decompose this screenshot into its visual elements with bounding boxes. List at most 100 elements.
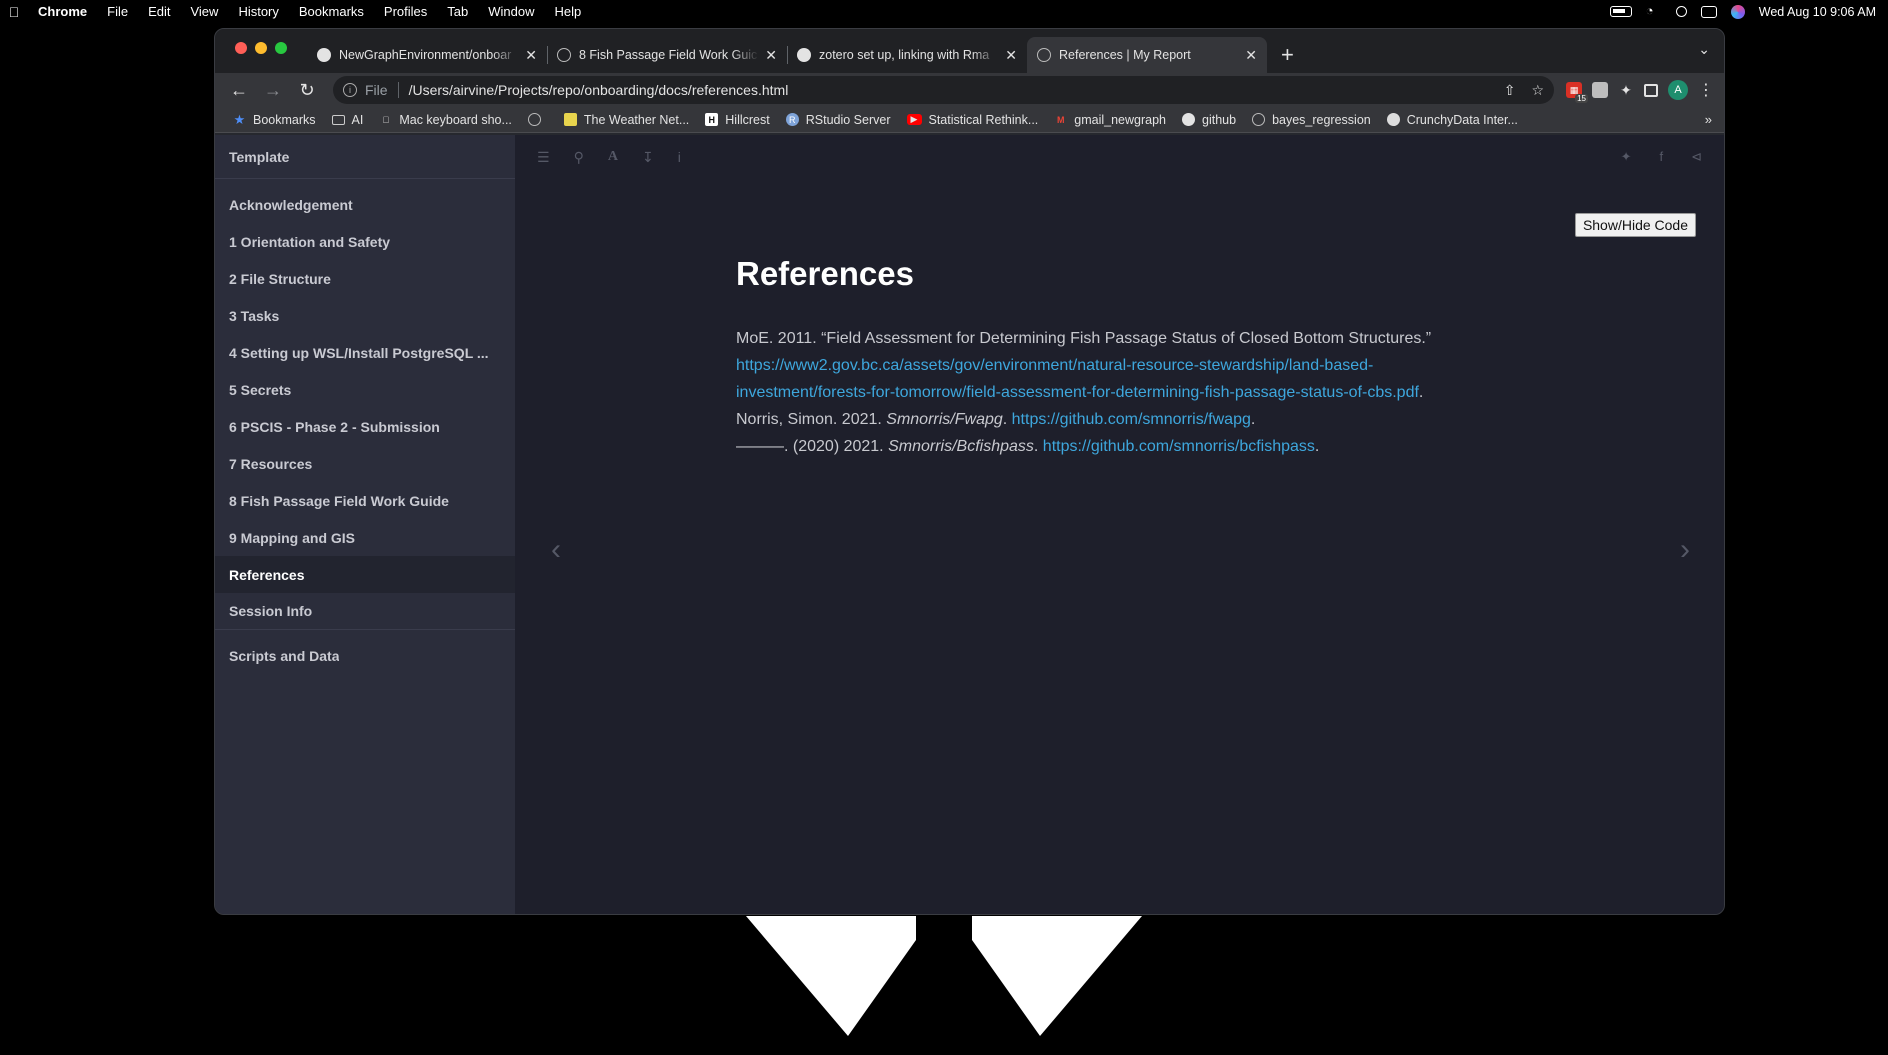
sidebar-item-template[interactable]: Template [215, 135, 515, 179]
sidebar-item-label: Scripts and Data [229, 647, 340, 664]
forward-button[interactable]: → [259, 76, 287, 104]
sidebar-item-session-info[interactable]: Session Info [215, 593, 515, 630]
bookmark-star-icon[interactable]: ☆ [1531, 82, 1544, 99]
profile-avatar[interactable]: A [1668, 80, 1688, 100]
spotlight-search-icon[interactable] [1675, 6, 1687, 17]
bookmark-statistical-rethinking[interactable]: ▶ Statistical Rethink... [901, 113, 1045, 127]
reference-link[interactable]: https://www2.gov.bc.ca/assets/gov/enviro… [736, 357, 1419, 401]
font-settings-icon[interactable]: A [608, 149, 618, 166]
zoom-window-button[interactable] [275, 42, 287, 54]
close-window-button[interactable] [235, 42, 247, 54]
tab-newgraph-onboarding[interactable]: NewGraphEnvironment/onboar ✕ [307, 37, 547, 73]
sidebar-item-wsl-postgresql[interactable]: 4 Setting up WSL/Install PostgreSQL ... [215, 334, 515, 371]
menu-app-chrome[interactable]: Chrome [28, 4, 97, 19]
reload-button[interactable]: ↻ [293, 76, 321, 104]
reference-link-part: investment/forests-for-tomorrow/field-as… [736, 384, 1419, 401]
menu-edit[interactable]: Edit [138, 4, 180, 19]
wifi-icon[interactable] [1646, 3, 1662, 18]
twitter-icon[interactable]: ✦ [1621, 149, 1632, 165]
extensions-puzzle-icon[interactable]: ✦ [1618, 82, 1634, 98]
more-bookmarks-icon[interactable]: » [1705, 112, 1712, 127]
sidebar-item-resources[interactable]: 7 Resources [215, 445, 515, 482]
new-tab-button[interactable]: + [1267, 37, 1308, 73]
back-button[interactable]: ← [225, 76, 253, 104]
facebook-icon[interactable]: f [1659, 149, 1663, 165]
menu-window[interactable]: Window [478, 4, 544, 19]
crunchydata-icon [1386, 113, 1400, 126]
reference-link[interactable]: https://github.com/smnorris/bcfishpass [1043, 438, 1315, 455]
close-icon[interactable]: ✕ [765, 47, 777, 64]
side-panel-icon[interactable] [1644, 83, 1658, 97]
close-icon[interactable]: ✕ [1005, 47, 1017, 64]
bookmark-label: Bookmarks [253, 112, 316, 127]
close-icon[interactable]: ✕ [1245, 47, 1257, 64]
battery-icon[interactable] [1609, 6, 1632, 17]
sidebar-item-fish-passage-guide[interactable]: 8 Fish Passage Field Work Guide [215, 482, 515, 519]
bookmark-folder-ai[interactable]: AI [326, 113, 370, 127]
tab-title: 8 Fish Passage Field Work Guic [579, 48, 758, 62]
tab-references-active[interactable]: References | My Report ✕ [1027, 37, 1267, 73]
download-icon[interactable]: ↧ [642, 149, 654, 166]
bookmark-bookmarks[interactable]: ★ Bookmarks [227, 112, 322, 127]
sidebar-item-file-structure[interactable]: 2 File Structure [215, 260, 515, 297]
url-text[interactable]: /Users/airvine/Projects/repo/onboarding/… [409, 82, 1504, 98]
bookmark-gmail-newgraph[interactable]: Mgmail_newgraph [1048, 113, 1172, 127]
document-extension-icon[interactable] [1592, 82, 1608, 98]
bookmark-bayes-regression[interactable]: bayes_regression [1246, 113, 1377, 127]
sidebar-item-scripts-data[interactable]: Scripts and Data [215, 637, 515, 674]
sidebar-item-tasks[interactable]: 3 Tasks [215, 297, 515, 334]
siri-icon[interactable] [1730, 4, 1745, 19]
previous-page-chevron-icon[interactable]: ‹ [551, 533, 561, 567]
menu-tab[interactable]: Tab [437, 4, 478, 19]
info-icon[interactable]: i [343, 83, 357, 97]
address-bar[interactable]: i File /Users/airvine/Projects/repo/onbo… [333, 76, 1554, 104]
extensions-area: ▦ 15 ✦ A ⋮ [1566, 80, 1714, 103]
folder-icon [331, 114, 345, 125]
sidebar-item-references[interactable]: References [215, 556, 515, 593]
bookmark-rstudio-server[interactable]: R RStudio Server [780, 113, 897, 127]
info-icon[interactable]: i [678, 149, 681, 166]
sidebar-item-label: 6 PSCIS - Phase 2 - Submission [229, 418, 440, 435]
bookmark-label: RStudio Server [805, 112, 891, 127]
sidebar-item-mapping-gis[interactable]: 9 Mapping and GIS [215, 519, 515, 556]
sidebar-item-secrets[interactable]: 5 Secrets [215, 371, 515, 408]
bookmark-crunchydata[interactable]: CrunchyData Inter... [1381, 113, 1524, 127]
share-icon[interactable]: ⇧ [1504, 82, 1516, 99]
reference-entry-bcfishpass: ———. (2020) 2021. Smnorris/Bcfishpass. h… [736, 433, 1536, 460]
menu-bookmarks[interactable]: Bookmarks [289, 4, 374, 19]
menu-file[interactable]: File [97, 4, 138, 19]
minimize-window-button[interactable] [255, 42, 267, 54]
calendar-extension-icon[interactable]: ▦ 15 [1566, 82, 1588, 103]
tab-search-chevron-icon[interactable]: ⌄ [1698, 41, 1710, 58]
more-menu-icon[interactable]: ⋮ [1698, 80, 1714, 100]
show-hide-code-button[interactable]: Show/Hide Code [1574, 213, 1696, 237]
share-icon[interactable]: ⊲ [1691, 149, 1702, 165]
menu-history[interactable]: History [228, 4, 288, 19]
sidebar-item-pscis-phase2[interactable]: 6 PSCIS - Phase 2 - Submission [215, 408, 515, 445]
sidebar-item-orientation-safety[interactable]: 1 Orientation and Safety [215, 223, 515, 260]
bookmark-mac-keyboard[interactable]:  Mac keyboard sho... [373, 113, 518, 127]
weather-icon [563, 113, 577, 126]
bookmark-label: bayes_regression [1272, 112, 1371, 127]
menu-view[interactable]: View [180, 4, 228, 19]
sidebar-item-acknowledgement[interactable]: Acknowledgement [215, 186, 515, 223]
apple-icon[interactable]:  [0, 4, 28, 20]
next-page-chevron-icon[interactable]: › [1680, 533, 1690, 567]
menubar-clock[interactable]: Wed Aug 10 9:06 AM [1759, 5, 1876, 19]
bookmark-github[interactable]: github [1176, 113, 1242, 127]
reference-text: Norris, Simon. 2021. [736, 411, 887, 428]
menu-help[interactable]: Help [545, 4, 592, 19]
apple-icon:  [379, 113, 392, 126]
reference-link[interactable]: https://github.com/smnorris/fwapg [1012, 411, 1251, 428]
tab-zotero-setup[interactable]: zotero set up, linking with Rma ✕ [787, 37, 1027, 73]
toggle-sidebar-icon[interactable]: ☰ [537, 149, 550, 166]
tab-fish-passage-guide[interactable]: 8 Fish Passage Field Work Guic ✕ [547, 37, 787, 73]
bookmark-globe[interactable] [522, 113, 554, 126]
control-center-icon[interactable] [1700, 5, 1717, 18]
sidebar-item-label: 3 Tasks [229, 307, 280, 324]
bookmark-hillcrest[interactable]: H Hillcrest [699, 113, 775, 127]
menu-profiles[interactable]: Profiles [374, 4, 437, 19]
close-icon[interactable]: ✕ [525, 47, 537, 64]
bookmark-weather-network[interactable]: The Weather Net... [558, 113, 695, 127]
search-icon[interactable]: ⚲ [574, 149, 584, 166]
